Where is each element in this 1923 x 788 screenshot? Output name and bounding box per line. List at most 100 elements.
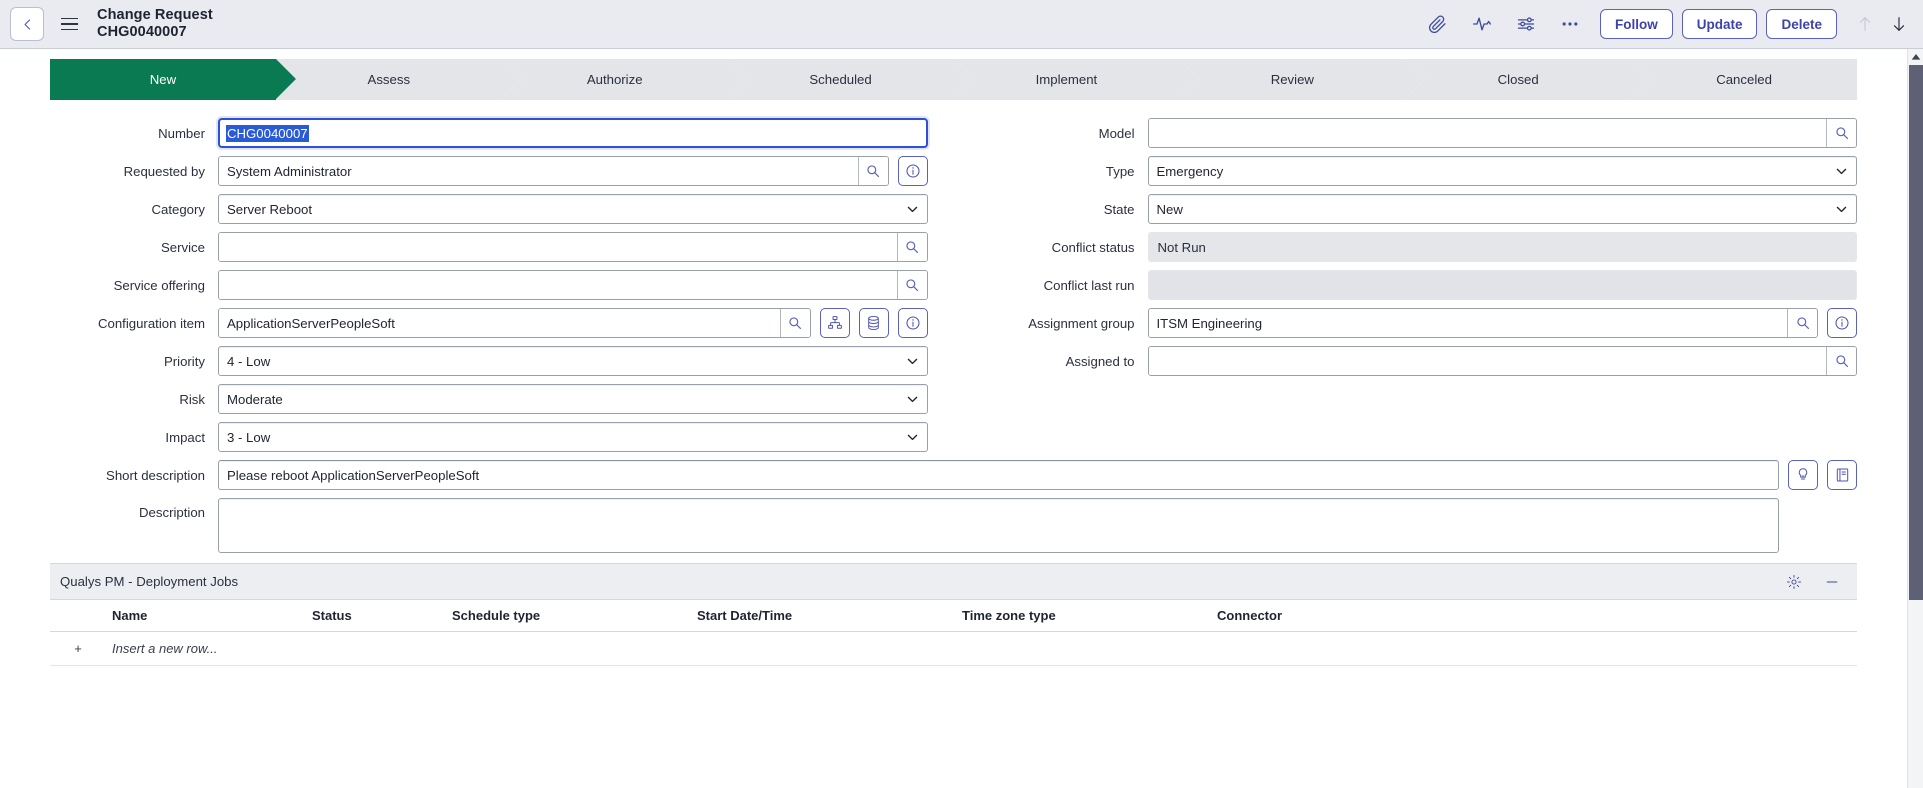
activity-icon[interactable]	[1470, 12, 1494, 36]
table-header-name[interactable]: Name	[106, 600, 306, 632]
form-column-left: Number CHG0040007 Requested by	[50, 118, 954, 460]
attachment-icon[interactable]	[1426, 12, 1450, 36]
search-icon[interactable]	[1826, 347, 1856, 375]
form-scroll-area: New Assess Authorize Scheduled Implement…	[0, 49, 1907, 788]
requested-by-info-button[interactable]	[898, 156, 928, 186]
configuration-item-reference[interactable]	[218, 308, 811, 338]
conflict-last-run-label: Conflict last run	[980, 278, 1148, 293]
search-icon[interactable]	[1787, 309, 1817, 337]
service-reference[interactable]	[218, 232, 928, 262]
assignment-group-input[interactable]	[1149, 309, 1788, 337]
number-field-container[interactable]: CHG0040007	[218, 118, 928, 148]
assignment-group-info-button[interactable]	[1827, 308, 1857, 338]
insert-new-row-label[interactable]: Insert a new row...	[106, 632, 1857, 666]
stage-label: Canceled	[1716, 72, 1772, 87]
search-icon[interactable]	[1826, 119, 1856, 147]
book-icon	[1835, 467, 1850, 483]
service-offering-input[interactable]	[219, 271, 897, 299]
model-label: Model	[980, 126, 1148, 141]
impact-select[interactable]: 3 - Low	[218, 422, 928, 452]
assignment-group-reference[interactable]	[1148, 308, 1819, 338]
more-options-icon[interactable]	[1558, 12, 1582, 36]
personalize-icon[interactable]	[1514, 12, 1538, 36]
minimize-icon[interactable]	[1821, 571, 1843, 593]
previous-record-button[interactable]	[1855, 13, 1875, 35]
update-button[interactable]: Update	[1682, 9, 1758, 39]
dependency-map-button[interactable]	[820, 308, 850, 338]
delete-button[interactable]: Delete	[1766, 9, 1837, 39]
stage-closed[interactable]: Closed	[1405, 59, 1631, 100]
table-header-status[interactable]: Status	[306, 600, 446, 632]
assigned-to-input[interactable]	[1149, 347, 1827, 375]
number-input-value[interactable]: CHG0040007	[226, 125, 309, 142]
table-header-schedule-type[interactable]: Schedule type	[446, 600, 691, 632]
scrollbar-thumb[interactable]	[1909, 65, 1923, 600]
next-record-button[interactable]	[1889, 13, 1909, 35]
description-textarea[interactable]	[218, 498, 1779, 553]
stage-review[interactable]: Review	[1179, 59, 1405, 100]
arrow-down-icon	[1891, 15, 1907, 33]
stage-scheduled[interactable]: Scheduled	[728, 59, 954, 100]
service-offering-label: Service offering	[50, 278, 218, 293]
suggestion-button[interactable]	[1788, 460, 1818, 490]
follow-button[interactable]: Follow	[1600, 9, 1673, 39]
model-reference[interactable]	[1148, 118, 1858, 148]
field-row-service-offering: Service offering	[50, 270, 928, 300]
configuration-item-info-button[interactable]	[898, 308, 928, 338]
number-label: Number	[50, 126, 218, 141]
table-header-time-zone-type[interactable]: Time zone type	[956, 600, 1211, 632]
gear-icon[interactable]	[1783, 571, 1805, 593]
service-input[interactable]	[219, 233, 897, 261]
state-select[interactable]: New	[1148, 194, 1858, 224]
vertical-scrollbar[interactable]	[1907, 49, 1923, 788]
stage-label: Authorize	[587, 72, 643, 87]
field-row-priority: Priority 4 - Low	[50, 346, 928, 376]
stage-label: Implement	[1036, 72, 1098, 87]
risk-select[interactable]: Moderate	[218, 384, 928, 414]
table-row-insert[interactable]: + Insert a new row...	[50, 632, 1857, 666]
scroll-up-button[interactable]	[1908, 49, 1923, 65]
search-icon[interactable]	[858, 157, 888, 185]
table-body: + Insert a new row...	[50, 632, 1857, 666]
stage-canceled[interactable]: Canceled	[1631, 59, 1857, 100]
assigned-to-reference[interactable]	[1148, 346, 1858, 376]
search-icon[interactable]	[897, 271, 927, 299]
description-label: Description	[50, 498, 218, 520]
field-row-assigned-to: Assigned to	[980, 346, 1858, 376]
type-select[interactable]: Emergency	[1148, 156, 1858, 186]
field-row-state: State New	[980, 194, 1858, 224]
hamburger-menu-icon[interactable]	[54, 7, 84, 41]
content-wrapper: New Assess Authorize Scheduled Implement…	[0, 49, 1923, 788]
stage-new[interactable]: New	[50, 59, 276, 100]
conflict-status-value: Not Run	[1148, 232, 1858, 262]
model-input[interactable]	[1149, 119, 1827, 147]
stage-assess[interactable]: Assess	[276, 59, 502, 100]
related-list-qualys-pm-deployment-jobs: Qualys PM - Deployment Jobs	[50, 563, 1857, 666]
search-icon[interactable]	[897, 233, 927, 261]
priority-label: Priority	[50, 354, 218, 369]
short-description-input[interactable]	[218, 460, 1779, 490]
table-header-connector[interactable]: Connector	[1211, 600, 1857, 632]
add-row-icon[interactable]: +	[50, 632, 106, 666]
conflict-last-run-value	[1148, 270, 1858, 300]
service-offering-reference[interactable]	[218, 270, 928, 300]
risk-select-wrap: Moderate	[218, 384, 928, 414]
header-icon-group	[1426, 12, 1582, 36]
stage-tracker: New Assess Authorize Scheduled Implement…	[50, 59, 1857, 100]
requested-by-reference[interactable]	[218, 156, 889, 186]
scrollbar-track[interactable]	[1908, 65, 1923, 788]
stage-authorize[interactable]: Authorize	[502, 59, 728, 100]
header-button-group: Follow Update Delete	[1600, 9, 1837, 39]
priority-select[interactable]: 4 - Low	[218, 346, 928, 376]
requested-by-input[interactable]	[219, 157, 858, 185]
back-button[interactable]	[10, 7, 44, 41]
field-row-impact: Impact 3 - Low	[50, 422, 928, 452]
table-header-start-date-time[interactable]: Start Date/Time	[691, 600, 956, 632]
stage-implement[interactable]: Implement	[954, 59, 1180, 100]
knowledge-button[interactable]	[1827, 460, 1857, 490]
search-icon[interactable]	[780, 309, 810, 337]
category-select[interactable]: Server Reboot	[218, 194, 928, 224]
configuration-item-input[interactable]	[219, 309, 780, 337]
cmdb-record-button[interactable]	[859, 308, 889, 338]
arrow-up-icon	[1857, 15, 1873, 33]
